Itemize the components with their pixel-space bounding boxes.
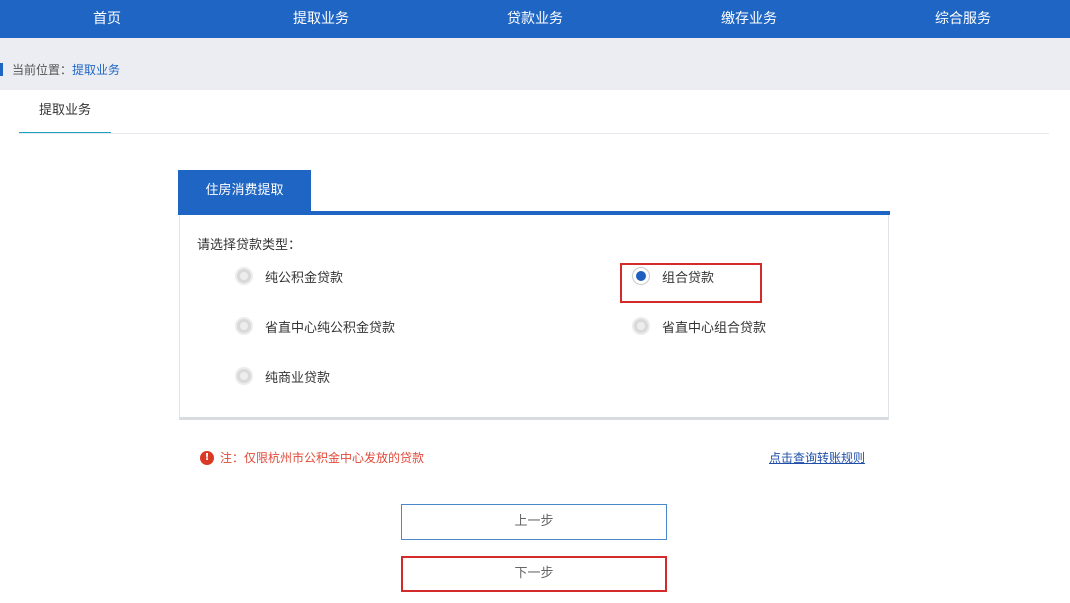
radio-button[interactable] <box>235 367 253 385</box>
top-navigation: 首页 提取业务 贷款业务 缴存业务 综合服务 <box>0 0 1070 38</box>
option-label: 组合贷款 <box>662 270 715 286</box>
nav-item-withdrawal[interactable]: 提取业务 <box>214 0 428 38</box>
note-text: 注：仅限杭州市公积金中心发放的贷款 <box>220 451 425 465</box>
option-combination-loan[interactable]: 组合贷款 <box>632 263 714 289</box>
loan-note: ! 注：仅限杭州市公积金中心发放的贷款 <box>200 449 424 466</box>
option-label: 省直中心纯公积金贷款 <box>265 320 396 336</box>
tab-housing-consumption-withdrawal[interactable]: 住房消费提取 <box>178 170 311 212</box>
breadcrumb-marker <box>0 62 3 76</box>
nav-item-services[interactable]: 综合服务 <box>856 0 1070 38</box>
transfer-rules-link[interactable]: 点击查询转账规则 <box>769 449 865 466</box>
radio-button[interactable] <box>235 267 253 285</box>
loan-type-prompt: 请选择贷款类型： <box>197 238 302 253</box>
breadcrumb: 当前位置： 提取业务 <box>0 60 120 78</box>
option-label: 纯商业贷款 <box>265 370 331 386</box>
next-step-button[interactable]: 下一步 <box>401 556 667 592</box>
option-provincial-combination-loan[interactable]: 省直中心组合贷款 <box>632 313 766 339</box>
radio-button[interactable] <box>235 317 253 335</box>
option-label: 省直中心组合贷款 <box>662 320 767 336</box>
nav-item-loan[interactable]: 贷款业务 <box>428 0 642 38</box>
option-label: 纯公积金贷款 <box>265 270 344 286</box>
breadcrumb-current-link[interactable]: 提取业务 <box>72 61 120 78</box>
tab-withdrawal[interactable]: 提取业务 <box>19 90 111 134</box>
breadcrumb-prefix: 当前位置： <box>12 62 73 77</box>
tab-divider <box>19 133 1049 134</box>
content-panel: 提取业务 住房消费提取 请选择贷款类型： 纯公积金贷款 组合贷款 省直中心纯公积… <box>0 90 1070 603</box>
radio-button-selected[interactable] <box>632 267 650 285</box>
loan-type-card: 请选择贷款类型： 纯公积金贷款 组合贷款 省直中心纯公积金贷款 省直中心组合贷款… <box>179 215 889 420</box>
option-provincial-pure-fund-loan[interactable]: 省直中心纯公积金贷款 <box>235 313 395 339</box>
option-pure-provident-fund-loan[interactable]: 纯公积金贷款 <box>235 263 343 289</box>
nav-item-deposit[interactable]: 缴存业务 <box>642 0 856 38</box>
option-pure-commercial-loan[interactable]: 纯商业贷款 <box>235 363 330 389</box>
nav-item-home[interactable]: 首页 <box>0 0 214 38</box>
previous-step-button[interactable]: 上一步 <box>401 504 667 540</box>
radio-button[interactable] <box>632 317 650 335</box>
warning-icon: ! <box>200 450 214 465</box>
